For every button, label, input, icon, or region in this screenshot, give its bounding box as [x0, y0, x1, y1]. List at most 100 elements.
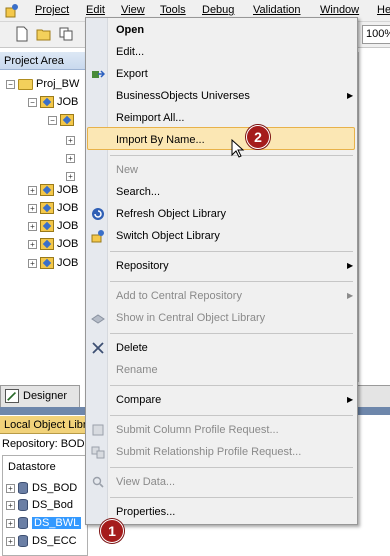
repository-label: Repository: BOD [2, 438, 85, 450]
tree-item-label: JOB [57, 184, 79, 196]
step-badge-2: 2 [246, 125, 270, 149]
designer-icon [5, 389, 19, 403]
expand-icon[interactable]: + [6, 536, 15, 546]
new-file-icon[interactable] [14, 26, 30, 42]
tree-item-job[interactable]: + JOB [28, 218, 78, 234]
tree-item-job[interactable]: − JOB [28, 94, 78, 110]
expand-icon[interactable]: + [28, 185, 37, 195]
collapse-icon[interactable]: − [6, 79, 15, 89]
menu-item-show-in-central-object-library[interactable]: Show in Central Object Library [116, 312, 265, 324]
menu-item-businessobjects-universes[interactable]: BusinessObjects Universes [116, 90, 250, 102]
local-object-library-title: Local Object Libr [0, 416, 88, 434]
expand-icon[interactable]: + [66, 135, 75, 145]
menu-item-compare[interactable]: Compare [116, 394, 161, 406]
collapse-icon[interactable]: − [28, 97, 37, 107]
export-icon [92, 70, 105, 78]
menu-item-rename[interactable]: Rename [116, 364, 158, 376]
workspace-tab-strip [358, 385, 390, 407]
view-data-icon [92, 476, 104, 488]
tree-item-job[interactable]: + JOB [28, 255, 78, 271]
menu-item-view-data[interactable]: View Data... [116, 476, 175, 488]
menu-item-open[interactable]: Open [116, 24, 144, 36]
expand-icon[interactable]: + [28, 239, 37, 249]
menu-debug[interactable]: Debug [202, 4, 234, 16]
tree-item-job[interactable]: + JOB [28, 182, 78, 198]
zoom-select[interactable]: 100% [362, 25, 390, 44]
menu-project[interactable]: Project [35, 4, 69, 16]
copy-icon[interactable] [58, 26, 74, 42]
datastore-label: DS_ECC [32, 535, 77, 547]
menu-item-refresh-object-library[interactable]: Refresh Object Library [116, 208, 226, 220]
tree-item-workflow[interactable]: − [48, 112, 77, 128]
datastore-item-selected[interactable]: + DS_BWL [6, 515, 82, 531]
datastore-label: DS_Bod [32, 499, 73, 511]
tree-item-label: JOB [57, 220, 79, 232]
menu-separator [110, 251, 353, 252]
menu-item-add-to-central-repository[interactable]: Add to Central Repository [116, 290, 242, 302]
datastore-label: DS_BWL [32, 517, 82, 529]
submenu-arrow-icon: ▶ [347, 395, 354, 404]
menu-separator [110, 385, 353, 386]
menu-window[interactable]: Window [320, 4, 359, 16]
menu-edit[interactable]: Edit [86, 4, 105, 16]
menu-view[interactable]: View [121, 4, 145, 16]
column-profile-icon [92, 424, 104, 436]
submenu-arrow-icon: ▶ [347, 261, 354, 270]
expand-icon[interactable]: + [28, 221, 37, 231]
refresh-icon [92, 208, 104, 220]
expand-icon[interactable]: + [66, 153, 75, 163]
expand-icon[interactable]: + [6, 500, 15, 510]
menu-item-submit-column-profile-request[interactable]: Submit Column Profile Request... [116, 424, 279, 436]
expand-icon[interactable]: + [66, 171, 75, 181]
menu-separator [110, 415, 353, 416]
menu-item-delete[interactable]: Delete [116, 342, 148, 354]
tree-item-job[interactable]: + JOB [28, 200, 78, 216]
workflow-icon [60, 114, 74, 126]
tree-item-label: JOB [57, 202, 79, 214]
menu-item-switch-object-library[interactable]: Switch Object Library [116, 230, 220, 242]
tree-item-label: JOB [57, 96, 79, 108]
menu-tools[interactable]: Tools [160, 4, 186, 16]
expand-icon[interactable]: + [6, 483, 15, 493]
delete-icon [92, 342, 104, 354]
folder-icon [18, 78, 33, 90]
tree-item-child[interactable]: + [66, 150, 78, 166]
tree-item-project[interactable]: − Proj_BW [6, 76, 79, 92]
menu-item-import-by-name[interactable]: Import By Name... [116, 134, 205, 146]
menu-item-reimport-all[interactable]: Reimport All... [116, 112, 184, 124]
menu-separator [110, 497, 353, 498]
datastore-item[interactable]: + DS_Bod [6, 497, 73, 513]
tree-item-job[interactable]: + JOB [28, 236, 78, 252]
menu-item-repository[interactable]: Repository [116, 260, 169, 272]
submenu-arrow-icon: ▶ [347, 291, 354, 300]
job-icon [40, 257, 54, 269]
tree-item-child[interactable]: + [66, 132, 78, 148]
open-folder-icon[interactable] [36, 26, 52, 42]
menu-separator [110, 333, 353, 334]
menu-item-export[interactable]: Export [116, 68, 148, 80]
menu-item-submit-relationship-profile-request[interactable]: Submit Relationship Profile Request... [116, 446, 301, 458]
menu-item-edit[interactable]: Edit... [116, 46, 144, 58]
expand-icon[interactable]: + [28, 258, 37, 268]
datastore-item[interactable]: + DS_ECC [6, 533, 77, 549]
menu-item-search[interactable]: Search... [116, 186, 160, 198]
menu-item-properties[interactable]: Properties... [116, 506, 175, 518]
job-icon [40, 96, 54, 108]
menu-help[interactable]: He [377, 4, 390, 16]
expand-icon[interactable]: + [28, 203, 37, 213]
app-logo-icon [5, 4, 18, 18]
job-icon [40, 238, 54, 250]
database-icon [18, 499, 28, 511]
datastore-item[interactable]: + DS_BOD [6, 480, 77, 496]
relationship-profile-icon [91, 446, 105, 459]
tree-item-label: JOB [57, 238, 79, 250]
datastore-title: Datastore [8, 461, 56, 473]
expand-icon[interactable]: + [6, 518, 15, 528]
project-area-title: Project Area [0, 52, 88, 70]
job-icon [40, 202, 54, 214]
collapse-icon[interactable]: − [48, 115, 57, 125]
tree-item-label: Proj_BW [36, 78, 80, 90]
menu-item-new[interactable]: New [116, 164, 138, 176]
menu-validation[interactable]: Validation [253, 4, 301, 16]
database-icon [18, 482, 28, 494]
